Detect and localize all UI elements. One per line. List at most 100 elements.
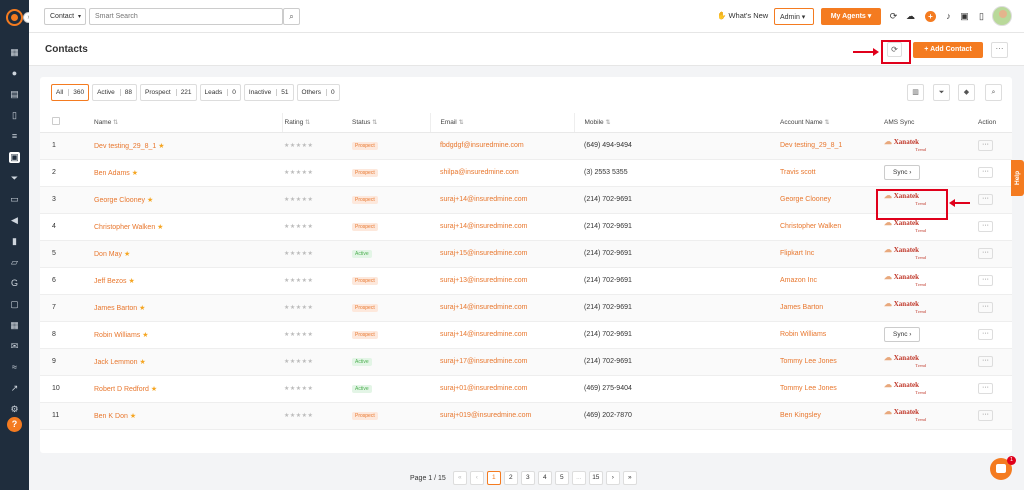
add-circle-icon[interactable]: + [925,11,936,22]
star-icon[interactable]: ★ [132,170,138,177]
contact-name-link[interactable]: Christopher Walken [94,224,155,231]
account-link[interactable]: Dev testing_29_8_1 [780,142,842,149]
account-cell[interactable]: Tommy Lee Jones [778,348,882,376]
table-row[interactable]: 3 George Clooney ★ ★★★★★ Prospect suraj+14@i… [40,186,1012,214]
app-logo[interactable] [6,9,23,26]
email-link[interactable]: suraj+15@insuredmine.com [440,250,527,257]
contacts-icon[interactable]: ▣ [9,152,20,163]
contact-name-cell[interactable]: Robin Williams ★ [94,321,282,349]
add-contact-button[interactable]: + Add Contact [913,42,983,58]
email-cell[interactable]: fbdgdgf@insuredmine.com [430,132,574,160]
email-cell[interactable]: suraj+14@insuredmine.com [430,321,574,349]
account-cell[interactable]: Travis scott [778,159,882,187]
email-link[interactable]: fbdgdgf@insuredmine.com [440,142,524,149]
rating-stars-icon[interactable]: ★★★★★ [284,305,313,311]
chip-icon[interactable]: ▣ [959,11,970,22]
select-all-checkbox[interactable] [52,117,60,126]
rating-cell[interactable]: ★★★★★ [282,402,350,430]
email-cell[interactable]: shilpa@insuredmine.com [430,159,574,187]
my-agents-button[interactable]: My Agents ▾ [821,8,881,25]
page-button-2[interactable]: 2 [503,471,518,485]
contact-name-cell[interactable]: Ben Adams ★ [94,159,282,187]
account-cell[interactable]: Christopher Walken [778,213,882,241]
megaphone-icon[interactable]: ◀ [9,215,20,226]
email-cell[interactable]: suraj+13@insuredmine.com [430,267,574,295]
table-row[interactable]: 6 Jeff Bezos ★ ★★★★★ Prospect suraj+13@insur… [40,267,1012,295]
rating-stars-icon[interactable]: ★★★★★ [284,359,313,365]
rating-stars-icon[interactable]: ★★★★★ [284,278,313,284]
account-link[interactable]: Tommy Lee Jones [780,358,837,365]
col-rating[interactable]: Rating ⇅ [281,113,350,133]
col-mobile[interactable]: Mobile ⇅ [573,113,778,133]
row-actions-button[interactable]: ··· [978,275,993,286]
filter-inactive[interactable]: Inactive 51 [243,84,294,101]
account-cell[interactable]: Tommy Lee Jones [778,375,882,403]
tag-icon[interactable]: ◆ [958,84,975,101]
account-cell[interactable]: Ben Kingsley [778,402,882,430]
account-link[interactable]: Travis scott [780,169,816,176]
table-row[interactable]: 8 Robin Williams ★ ★★★★★ Prospect suraj+14@i… [40,321,1012,349]
row-actions-button[interactable]: ··· [978,356,993,367]
battery-icon[interactable]: ▯ [976,11,987,22]
more-options-button[interactable]: ··· [991,42,1008,58]
rating-cell[interactable]: ★★★★★ [282,375,350,403]
account-link[interactable]: Amazon Inc [780,277,817,284]
contact-name-cell[interactable]: Christopher Walken ★ [94,213,282,241]
rating-cell[interactable]: ★★★★★ [282,294,350,322]
document-icon[interactable]: ▯ [9,110,20,121]
table-row[interactable]: 5 Don May ★ ★★★★★ Active suraj+15@insuredmin… [40,240,1012,268]
contact-name-link[interactable]: George Clooney [94,197,145,204]
columns-view-icon[interactable]: ▥ [907,84,924,101]
bell-icon[interactable]: ♪ [943,11,954,22]
star-icon[interactable]: ★ [129,278,135,285]
settings-gear-icon[interactable]: ⚙ [9,404,20,415]
files-icon[interactable]: ▤ [9,89,20,100]
list-icon[interactable]: ≡ [9,131,20,142]
col-status[interactable]: Status ⇅ [350,113,430,133]
star-icon[interactable]: ★ [139,305,145,312]
rating-stars-icon[interactable]: ★★★★★ [284,332,313,338]
contact-name-cell[interactable]: James Barton ★ [94,294,282,322]
col-email[interactable]: Email ⇅ [429,113,574,133]
contact-name-cell[interactable]: Jack Lemmon ★ [94,348,282,376]
email-link[interactable]: suraj+14@insuredmine.com [440,304,527,311]
contact-name-cell[interactable]: Jeff Bezos ★ [94,267,282,295]
row-actions-button[interactable]: ··· [978,410,993,421]
users-icon[interactable]: ● [9,68,20,79]
google-icon[interactable]: G [9,278,20,289]
contact-name-cell[interactable]: Ben K Don ★ [94,402,282,430]
rating-cell[interactable]: ★★★★★ [282,186,350,214]
contact-name-cell[interactable]: George Clooney ★ [94,186,282,214]
funnel-icon[interactable]: ⏷ [9,173,20,184]
dashboard-icon[interactable]: ▦ [9,47,20,58]
help-tab[interactable]: Help [1011,160,1024,196]
analytics-icon[interactable]: ↗ [9,383,20,394]
rating-cell[interactable]: ★★★★★ [282,132,350,160]
contact-name-link[interactable]: Dev testing_29_8_1 [94,143,156,150]
folder-icon[interactable]: ▱ [9,257,20,268]
email-link[interactable]: suraj+01@insuredmine.com [440,385,527,392]
email-link[interactable]: suraj+14@insuredmine.com [440,223,527,230]
star-icon[interactable]: ★ [157,224,163,231]
smart-search-input[interactable] [89,8,283,25]
rating-stars-icon[interactable]: ★★★★★ [284,251,313,257]
row-actions-button[interactable]: ··· [978,383,993,394]
page-button-3[interactable]: 3 [520,471,535,485]
email-link[interactable]: suraj+13@insuredmine.com [440,277,527,284]
table-row[interactable]: 7 James Barton ★ ★★★★★ Prospect suraj+14@ins… [40,294,1012,322]
rating-cell[interactable]: ★★★★★ [282,213,350,241]
rating-stars-icon[interactable]: ★★★★★ [284,386,313,392]
contact-name-cell[interactable]: Dev testing_29_8_1 ★ [94,132,282,160]
ams-sync-button[interactable]: Sync › [884,165,921,180]
sync-icon[interactable]: ⟳ [888,11,899,22]
contact-name-link[interactable]: James Barton [94,305,137,312]
contact-name-link[interactable]: Jack Lemmon [94,359,138,366]
mail-icon[interactable]: ✉ [9,341,20,352]
account-link[interactable]: Tommy Lee Jones [780,385,837,392]
contact-name-link[interactable]: Ben K Don [94,413,128,420]
contact-name-cell[interactable]: Don May ★ [94,240,282,268]
email-cell[interactable]: suraj+019@insuredmine.com [430,402,574,430]
star-icon[interactable]: ★ [142,332,148,339]
email-link[interactable]: suraj+17@insuredmine.com [440,358,527,365]
star-icon[interactable]: ★ [130,413,136,420]
